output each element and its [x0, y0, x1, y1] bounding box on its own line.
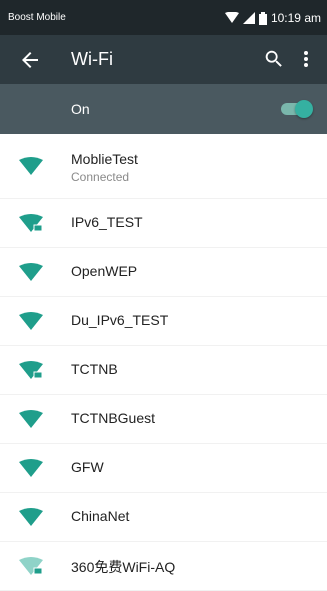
wifi-state-label: On [71, 101, 90, 117]
wifi-signal-icon [19, 410, 43, 428]
wifi-signal-icon [19, 157, 43, 175]
network-item[interactable]: TCTNBGuest [0, 395, 327, 444]
status-bar: Boost Mobile 10:19 am [0, 0, 327, 35]
clock: 10:19 am [270, 11, 321, 25]
wifi-signal-icon [19, 263, 43, 281]
status-icons: 10:19 am [224, 8, 321, 28]
wifi-master-toggle-row[interactable]: On [0, 84, 327, 134]
network-name: IPv6_TEST [71, 214, 143, 230]
network-name: ChinaNet [71, 508, 130, 524]
network-item[interactable]: TCTNB [0, 346, 327, 395]
network-name: TCTNBGuest [71, 410, 156, 426]
cell-signal-icon [242, 12, 255, 24]
more-options-icon[interactable] [298, 48, 314, 70]
network-list: MoblieTest Connected IPv6_TEST OpenWEP D… [0, 134, 327, 591]
network-item[interactable]: 360免费WiFi-AQ [0, 542, 327, 591]
wifi-signal-icon [19, 459, 43, 477]
network-item[interactable]: Du_IPv6_TEST [0, 297, 327, 346]
network-item[interactable]: GFW [0, 444, 327, 493]
network-name: GFW [71, 459, 104, 475]
network-item[interactable]: ChinaNet [0, 493, 327, 542]
network-item[interactable]: IPv6_TEST [0, 199, 327, 248]
network-name: MoblieTest [71, 151, 138, 167]
battery-icon [258, 11, 267, 25]
wifi-signal-locked-icon [19, 361, 43, 379]
app-bar: Wi-Fi [0, 35, 327, 84]
network-item[interactable]: OpenWEP [0, 248, 327, 297]
network-name: Du_IPv6_TEST [71, 312, 169, 328]
wifi-signal-locked-icon [19, 214, 43, 232]
network-status: Connected [71, 170, 130, 184]
back-arrow-icon[interactable] [18, 48, 42, 72]
wifi-status-icon [224, 12, 239, 24]
wifi-signal-locked-icon [19, 557, 43, 575]
wifi-signal-icon [19, 312, 43, 330]
carrier-name: Boost Mobile [8, 12, 66, 23]
page-title: Wi-Fi [71, 49, 113, 69]
search-icon[interactable] [263, 48, 285, 70]
network-name: 360免费WiFi-AQ [71, 559, 176, 575]
network-name: OpenWEP [71, 263, 138, 279]
wifi-signal-icon [19, 508, 43, 526]
wifi-toggle-switch[interactable] [281, 100, 313, 118]
network-name: TCTNB [71, 361, 118, 377]
toggle-knob [295, 100, 313, 118]
network-item[interactable]: MoblieTest Connected [0, 134, 327, 199]
